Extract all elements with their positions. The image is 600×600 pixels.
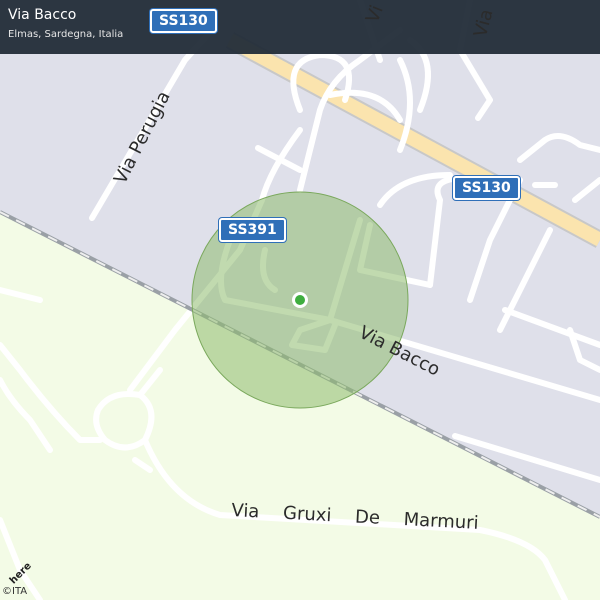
location-subtitle: Elmas, Sardegna, Italia — [8, 29, 124, 40]
location-title: Via Bacco — [8, 7, 77, 23]
road-badge-ss130-top: SS130 — [150, 9, 217, 33]
road-badge-ss130: SS130 — [453, 176, 520, 200]
road-badge-ss391: SS391 — [219, 218, 286, 242]
location-header: Via Bacco Elmas, Sardegna, Italia — [0, 0, 600, 54]
map-attribution: ©ITA — [2, 586, 28, 597]
location-marker[interactable] — [292, 292, 308, 308]
